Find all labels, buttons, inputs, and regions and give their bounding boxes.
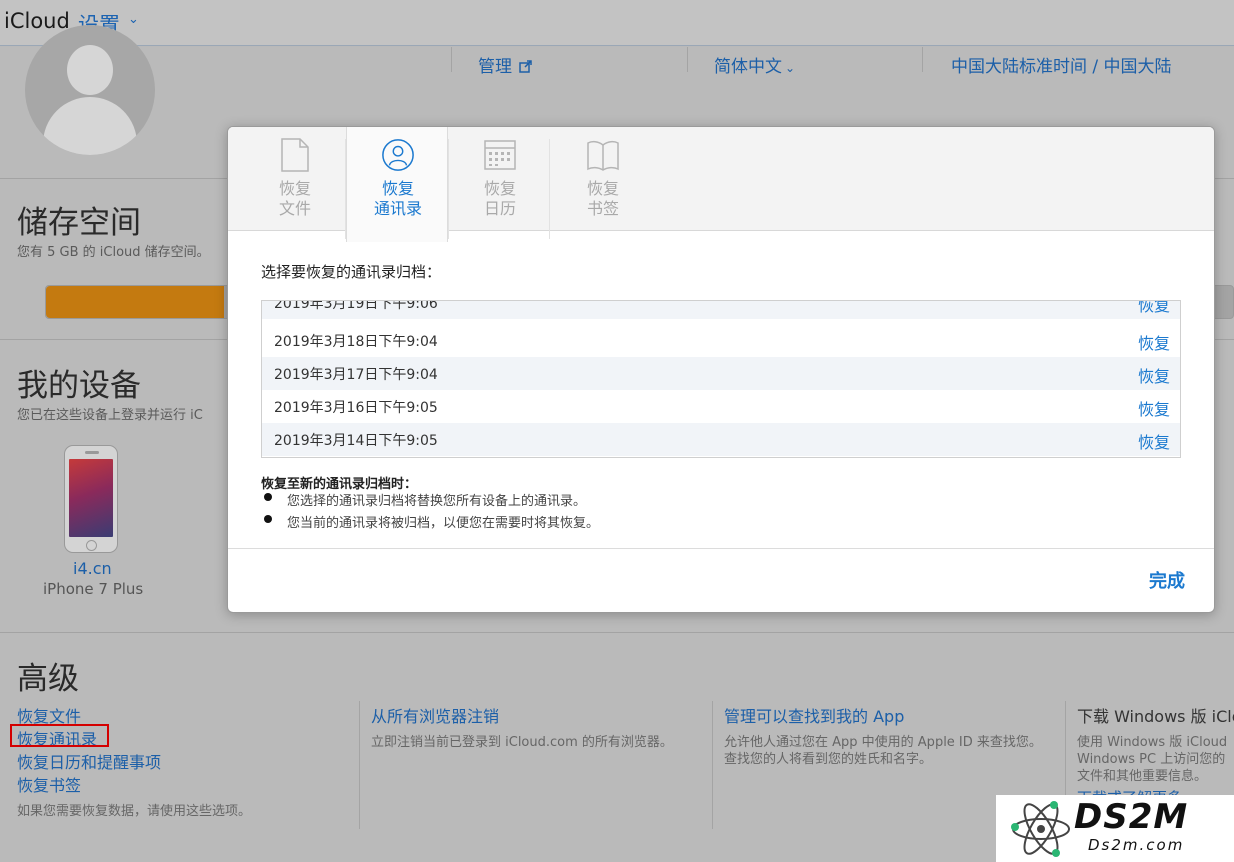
divider xyxy=(451,47,452,72)
atom-logo-icon xyxy=(1011,801,1070,857)
top-bar: iCloud 设置 ⌄ xyxy=(0,0,1234,46)
bullet-icon xyxy=(264,493,272,501)
avatar-head xyxy=(67,45,113,95)
signout-all-link[interactable]: 从所有浏览器注销 xyxy=(371,703,499,727)
restore-button[interactable]: 恢复 xyxy=(1138,301,1170,316)
archive-date: 2019年3月18日下午9:04 xyxy=(274,334,438,350)
divider xyxy=(687,47,688,72)
bullet-icon xyxy=(264,515,272,523)
dialog-footer-divider xyxy=(228,548,1214,549)
tab-divider xyxy=(549,139,550,239)
archive-date: 2019年3月19日下午9:06 xyxy=(274,300,438,312)
find-app-link[interactable]: 管理可以查找到我的 App xyxy=(724,703,904,727)
restore-button[interactable]: 恢复 xyxy=(1138,330,1170,354)
contact-icon xyxy=(382,139,414,171)
bookmark-icon xyxy=(587,140,619,171)
language-select[interactable]: 简体中文 ⌄ xyxy=(714,52,795,77)
restore-bookmarks-link[interactable]: 恢复书签 xyxy=(17,772,81,796)
archive-row: 2019年3月19日下午9:06 恢复 xyxy=(262,300,1180,319)
restore-tabs: 恢复 文件 恢复 通讯录 恢复 日历 恢复 书签 xyxy=(228,127,1214,242)
archive-row: 2019年3月14日下午9:05 恢复 xyxy=(262,423,1180,456)
archive-row: 2019年3月18日下午9:04 恢复 xyxy=(262,324,1180,357)
tab-restore-contacts[interactable]: 恢复 通讯录 xyxy=(346,127,448,242)
watermark-text: DS2M xyxy=(1074,797,1189,837)
done-button[interactable]: 完成 xyxy=(1149,567,1185,593)
section-divider xyxy=(0,632,1234,633)
advanced-title: 高级 xyxy=(17,661,79,697)
archive-date: 2019年3月14日下午9:05 xyxy=(274,433,438,449)
restore-button[interactable]: 恢复 xyxy=(1138,396,1170,420)
archive-row: 2019年3月17日下午9:04 恢复 xyxy=(262,357,1180,390)
devices-subtitle: 您已在这些设备上登录并运行 iC xyxy=(17,408,203,423)
divider xyxy=(712,701,713,829)
restore-button[interactable]: 恢复 xyxy=(1138,429,1170,453)
tab-restore-calendar[interactable]: 恢复 日历 xyxy=(449,127,551,231)
signout-text: 立即注销当前已登录到 iCloud.com 的所有浏览器。 xyxy=(371,735,673,750)
watermark-subtext: Ds2m.com xyxy=(1088,836,1185,854)
document-icon xyxy=(281,138,309,172)
restore-calendar-link[interactable]: 恢复日历和提醒事项 xyxy=(17,749,161,773)
timezone-link[interactable]: 中国大陆标准时间 / 中国大陆 xyxy=(951,52,1172,77)
watermark: DS2M Ds2m.com xyxy=(996,795,1234,862)
device-name[interactable]: i4.cn xyxy=(73,559,112,578)
restore-contacts-dialog: 恢复 文件 恢复 通讯录 恢复 日历 恢复 书签 选择要恢复的通讯录归档： 2019年3… xyxy=(227,126,1215,613)
tab-restore-bookmarks[interactable]: 恢复 书签 xyxy=(552,127,654,231)
note-item: 您选择的通讯录归档将替换您所有设备上的通讯录。 xyxy=(287,494,587,509)
restore-button[interactable]: 恢复 xyxy=(1138,363,1170,387)
chevron-down-icon[interactable]: ⌄ xyxy=(128,12,139,27)
chevron-down-icon: ⌄ xyxy=(785,61,796,75)
calendar-icon xyxy=(484,140,516,170)
device-model: iPhone 7 Plus xyxy=(43,580,144,598)
archive-list[interactable]: 2019年3月19日下午9:06 恢复 2019年3月18日下午9:04 恢复 … xyxy=(261,300,1181,458)
storage-bar-fill xyxy=(46,286,225,318)
device-phone-image[interactable] xyxy=(64,445,118,553)
storage-subtitle: 您有 5 GB 的 iCloud 储存空间。 xyxy=(17,245,210,260)
highlight-box xyxy=(10,724,109,747)
find-app-text: 允许他人通过您在 App 中使用的 Apple ID 来查找您。查找您的人将看到… xyxy=(724,735,1042,767)
dialog-prompt: 选择要恢复的通讯录归档： xyxy=(261,263,442,281)
divider xyxy=(359,701,360,829)
devices-title: 我的设备 xyxy=(17,368,141,404)
app-title: iCloud xyxy=(4,9,70,33)
archive-date: 2019年3月17日下午9:04 xyxy=(274,367,438,383)
divider xyxy=(922,47,923,72)
manage-link[interactable]: 管理 xyxy=(478,52,533,77)
archive-date: 2019年3月16日下午9:05 xyxy=(274,400,438,416)
restore-hint: 如果您需要恢复数据，请使用这些选项。 xyxy=(17,804,252,819)
windows-download-title: 下载 Windows 版 iClo xyxy=(1077,707,1234,726)
external-link-icon xyxy=(519,60,533,73)
note-item: 您当前的通讯录将被归档，以便您在需要时将其恢复。 xyxy=(287,516,600,531)
avatar[interactable] xyxy=(25,25,155,155)
archive-row: 2019年3月16日下午9:05 恢复 xyxy=(262,390,1180,423)
storage-title: 储存空间 xyxy=(17,205,141,241)
windows-text: 使用 Windows 版 iCloud Windows PC 上访问您的 文件和… xyxy=(1077,735,1228,784)
tab-restore-files[interactable]: 恢复 文件 xyxy=(244,127,346,231)
avatar-body xyxy=(43,97,137,155)
